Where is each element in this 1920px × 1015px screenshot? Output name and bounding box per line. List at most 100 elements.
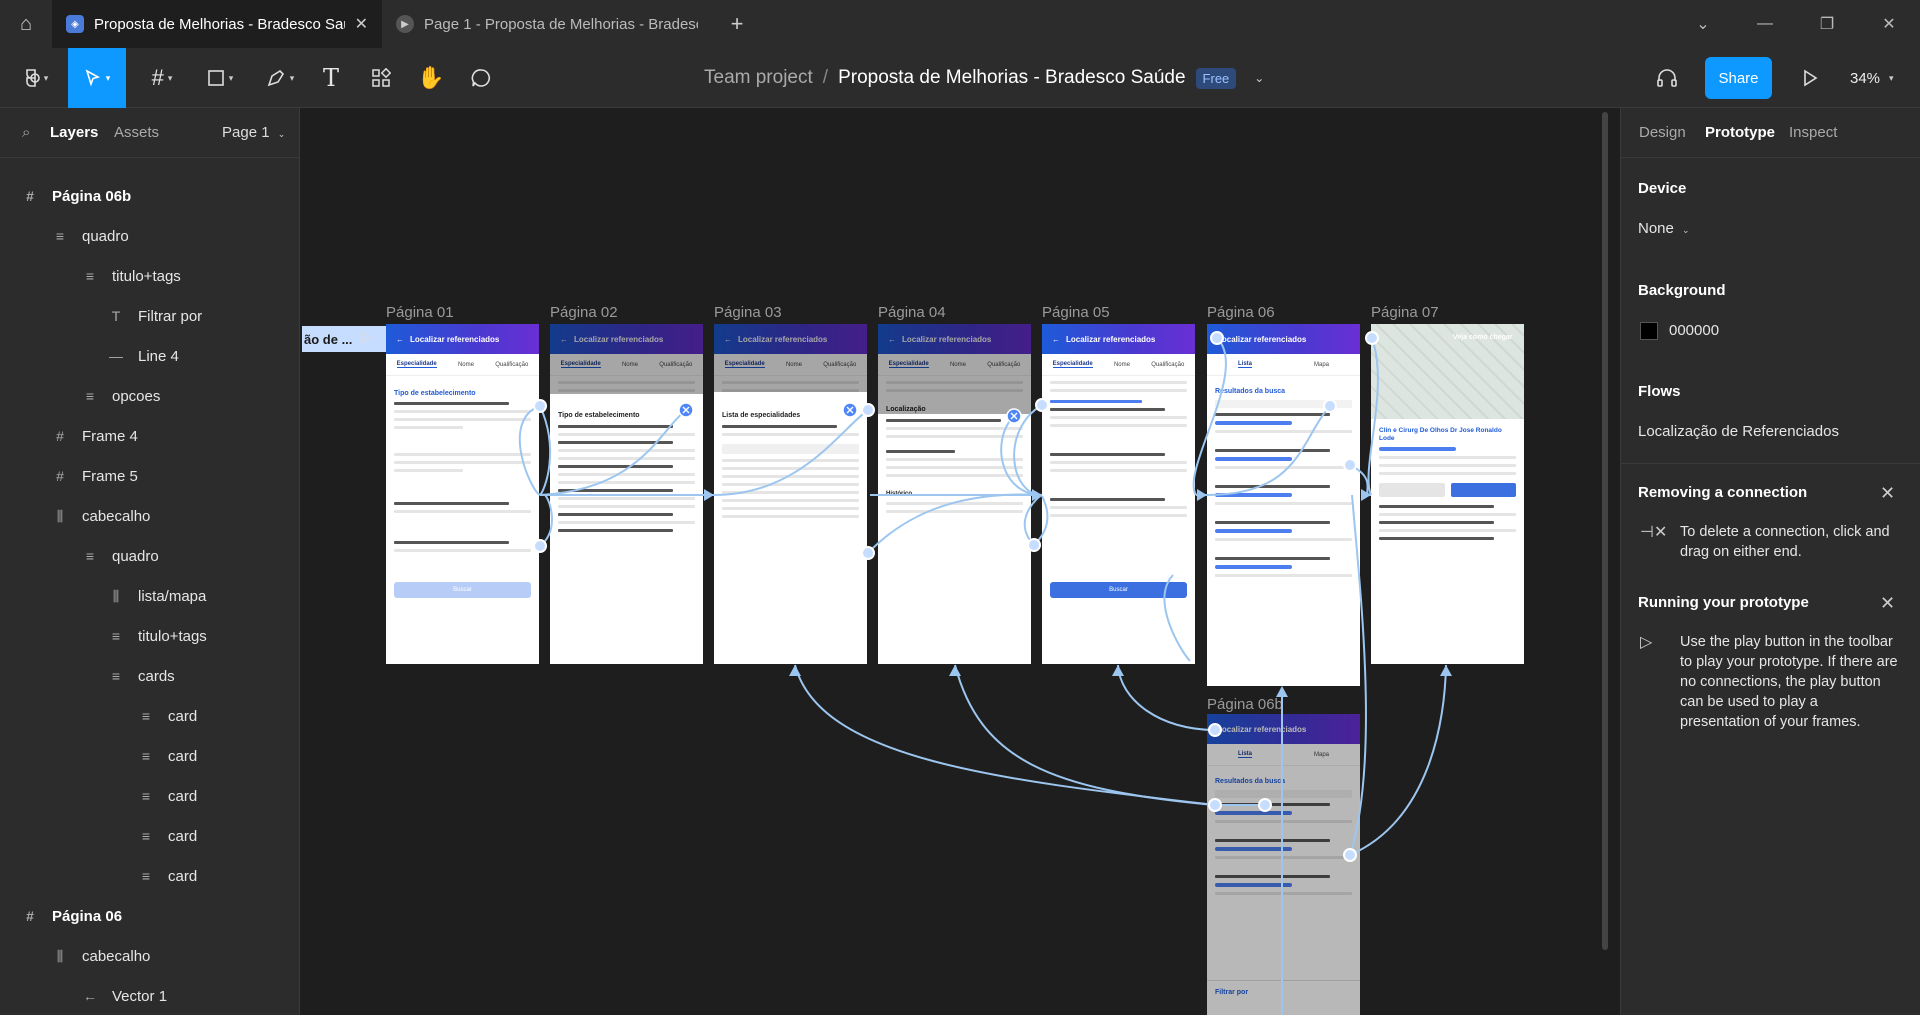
layer-name: Filtrar por — [138, 307, 203, 325]
tab-design[interactable]: Design — [1639, 124, 1686, 141]
screen-tab: Qualificação — [1151, 361, 1185, 368]
layer-row[interactable]: ≡ card — [138, 816, 197, 856]
tab-assets[interactable]: Assets — [114, 124, 159, 141]
layer-row[interactable]: ≡ card — [138, 856, 197, 896]
file-name[interactable]: Proposta de Melhorias - Bradesco Saúde — [838, 67, 1185, 89]
tab-layers[interactable]: Layers — [50, 124, 98, 141]
frame-pagina-04[interactable]: ← Localizar referenciados Especialidade No… — [878, 324, 1031, 664]
layer-row[interactable]: T Filtrar por — [108, 296, 202, 336]
layer-row[interactable]: ← Vector 1 — [82, 976, 167, 1015]
layer-row[interactable]: ⫼ lista/mapa — [108, 576, 207, 616]
frame-label-pagina-05[interactable]: Página 05 — [1042, 304, 1110, 321]
pen-tool[interactable]: ▾ — [258, 48, 302, 108]
close-tab-icon[interactable]: ✕ — [355, 14, 368, 34]
figma-file-icon: ◈ — [66, 15, 84, 33]
close-icon[interactable]: ✕ — [1880, 593, 1895, 614]
device-select[interactable]: None ⌄ — [1638, 220, 1690, 237]
canvas-scrollbar[interactable] — [1602, 112, 1608, 950]
tab-prototype-view[interactable]: ▶ Page 1 - Proposta de Melhorias - Brade… — [382, 0, 712, 48]
frame-label-pagina-01[interactable]: Página 01 — [386, 304, 454, 321]
frame-label-pagina-07[interactable]: Página 07 — [1371, 304, 1439, 321]
layer-row[interactable]: ≡ card — [138, 736, 197, 776]
frame-pagina-01[interactable]: ← Localizar referenciados Especialidade No… — [386, 324, 539, 664]
layer-row[interactable]: ≡ quadro — [52, 216, 129, 256]
layer-row[interactable]: — Line 4 — [108, 336, 179, 376]
move-tool[interactable]: ▾ — [68, 48, 126, 108]
page-selector[interactable]: Page 1 ⌄ — [222, 124, 285, 141]
layer-row[interactable]: ≡ cards — [108, 656, 175, 696]
shape-tool[interactable]: ▾ — [198, 48, 242, 108]
frame-pagina-05[interactable]: ← Localizar referenciados Especialidade No… — [1042, 324, 1195, 664]
share-button[interactable]: Share — [1705, 57, 1772, 99]
layer-row[interactable]: ≡ quadro — [82, 536, 159, 576]
tab-inspect[interactable]: Inspect — [1789, 124, 1837, 141]
screen-sheet-title: Lista de especialidades — [722, 412, 801, 419]
home-icon[interactable]: ⌂ — [0, 0, 52, 48]
restore-icon[interactable]: ❐ — [1796, 0, 1858, 48]
frame-pagina-02[interactable]: ← Localizar referenciados Especialidade No… — [550, 324, 703, 664]
layer-name: card — [168, 707, 198, 725]
device-value: None — [1638, 220, 1674, 237]
frame-label-pagina-02[interactable]: Página 02 — [550, 304, 618, 321]
audio-button[interactable] — [1650, 48, 1684, 108]
tab-label: Page 1 - Proposta de Melhorias - Bradesc… — [424, 15, 698, 33]
comment-tool[interactable] — [466, 48, 496, 108]
layer-row[interactable]: ≡ titulo+tags — [108, 616, 207, 656]
frame-label-pagina-06[interactable]: Página 06 — [1207, 304, 1275, 321]
zoom-level: 34% — [1850, 69, 1881, 87]
background-hex[interactable]: 000000 — [1669, 322, 1719, 339]
tab-file[interactable]: ◈ Proposta de Melhorias - Bradesco Saúde… — [52, 0, 382, 48]
layer-row[interactable]: ⫼ cabecalho — [52, 496, 151, 536]
zoom-menu[interactable]: 34% ▾ — [1850, 48, 1894, 108]
tip-running-prototype-title: Running your prototype — [1638, 594, 1809, 611]
play-icon[interactable]: ▷ — [362, 328, 373, 345]
text-tool[interactable]: T — [316, 48, 346, 108]
frame-label-pagina-04[interactable]: Página 04 — [878, 304, 946, 321]
layer-name: card — [168, 827, 198, 845]
left-panel-tabs: ⌕ Layers Assets Page 1 ⌄ — [0, 108, 299, 158]
resources-tool[interactable] — [366, 48, 396, 108]
tab-prototype[interactable]: Prototype — [1705, 124, 1775, 141]
frame-pagina-06b[interactable]: Localizar referenciados Lista Mapa Result… — [1207, 714, 1360, 1015]
hand-tool[interactable]: ✋ — [416, 48, 446, 108]
flow-item[interactable]: Localização de Referenciados — [1638, 423, 1839, 440]
layer-row[interactable]: # Página 06b — [22, 176, 131, 216]
close-icon[interactable]: ✕ — [1880, 483, 1895, 504]
screen-header-title: Localizar referenciados — [1217, 334, 1307, 344]
disconnect-icon: ⊣✕ — [1640, 524, 1668, 541]
frame-pagina-03[interactable]: ← Localizar referenciados Especialidade No… — [714, 324, 867, 664]
layer-row[interactable]: ≡ titulo+tags — [82, 256, 181, 296]
chevron-down-icon[interactable]: ⌄ — [1672, 0, 1734, 48]
layer-row[interactable]: ≡ card — [138, 696, 197, 736]
search-icon[interactable]: ⌕ — [22, 124, 30, 141]
background-color-swatch[interactable] — [1640, 322, 1658, 340]
layer-row[interactable]: ≡ opcoes — [82, 376, 160, 416]
frame-label-pagina-03[interactable]: Página 03 — [714, 304, 782, 321]
minimize-icon[interactable]: — — [1734, 0, 1796, 48]
screen-tab: Lista — [1237, 361, 1252, 368]
plan-badge: Free — [1195, 67, 1237, 89]
background-heading: Background — [1638, 282, 1726, 299]
screen-tab: Nome — [1113, 361, 1130, 368]
close-window-icon[interactable]: ✕ — [1858, 0, 1920, 48]
offscreen-frame-label[interactable]: ão de ... — [302, 326, 386, 352]
layer-name: lista/mapa — [138, 587, 207, 605]
layer-row[interactable]: # Página 06 — [22, 896, 122, 936]
layer-name: titulo+tags — [112, 267, 181, 285]
screen-button: Buscar — [1050, 582, 1187, 598]
layer-row[interactable]: # Frame 4 — [52, 416, 138, 456]
layer-row[interactable]: # Frame 5 — [52, 456, 138, 496]
title-bar: ⌂ ◈ Proposta de Melhorias - Bradesco Saú… — [0, 0, 1920, 48]
layer-row[interactable]: ⫼ cabecalho — [52, 936, 151, 976]
chevron-down-icon[interactable]: ⌄ — [1254, 71, 1264, 85]
frame-pagina-06[interactable]: Localizar referenciados Lista Mapa Result… — [1207, 324, 1360, 686]
frame-label-pagina-06b[interactable]: Página 06b — [1207, 696, 1283, 713]
present-button[interactable] — [1795, 48, 1825, 108]
frame-tool[interactable]: # ▾ — [140, 48, 184, 108]
layer-name: Página 06 — [52, 907, 123, 925]
layer-row[interactable]: ≡ card — [138, 776, 197, 816]
team-name[interactable]: Team project — [704, 67, 813, 89]
main-menu-button[interactable]: ▾ — [14, 48, 58, 108]
new-tab-button[interactable]: + — [712, 0, 762, 48]
frame-pagina-07[interactable]: Veja como chegar Clin e Cirurg De Olhos … — [1371, 324, 1524, 664]
